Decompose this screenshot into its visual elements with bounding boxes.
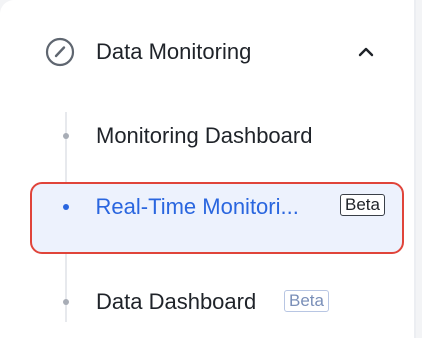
nav-item-label: Monitoring Dashboard: [96, 123, 313, 148]
section-title: Data Monitoring: [96, 39, 252, 64]
section-header-data-monitoring[interactable]: Data Monitoring: [44, 32, 384, 72]
beta-badge: Beta: [340, 194, 385, 216]
nav-item-data-dashboard[interactable]: Data Dashboard Beta: [30, 277, 404, 327]
beta-badge: Beta: [284, 290, 329, 312]
gauge-icon: [44, 36, 76, 68]
bullet-dot: [62, 203, 69, 210]
nav-item-real-time-monitoring[interactable]: Real-Time Monitori... Beta: [30, 182, 404, 254]
chevron-up-icon[interactable]: [352, 38, 380, 66]
nav-item-monitoring-dashboard[interactable]: Monitoring Dashboard: [30, 111, 404, 161]
nav-item-label: Data Dashboard: [96, 289, 257, 314]
bullet-dot: [63, 299, 69, 305]
bullet-dot: [63, 133, 69, 139]
nav-item-label: Real-Time Monitori...: [95, 193, 299, 219]
sidebar-panel: Data Monitoring Monitoring Dashboard Rea…: [0, 0, 416, 338]
